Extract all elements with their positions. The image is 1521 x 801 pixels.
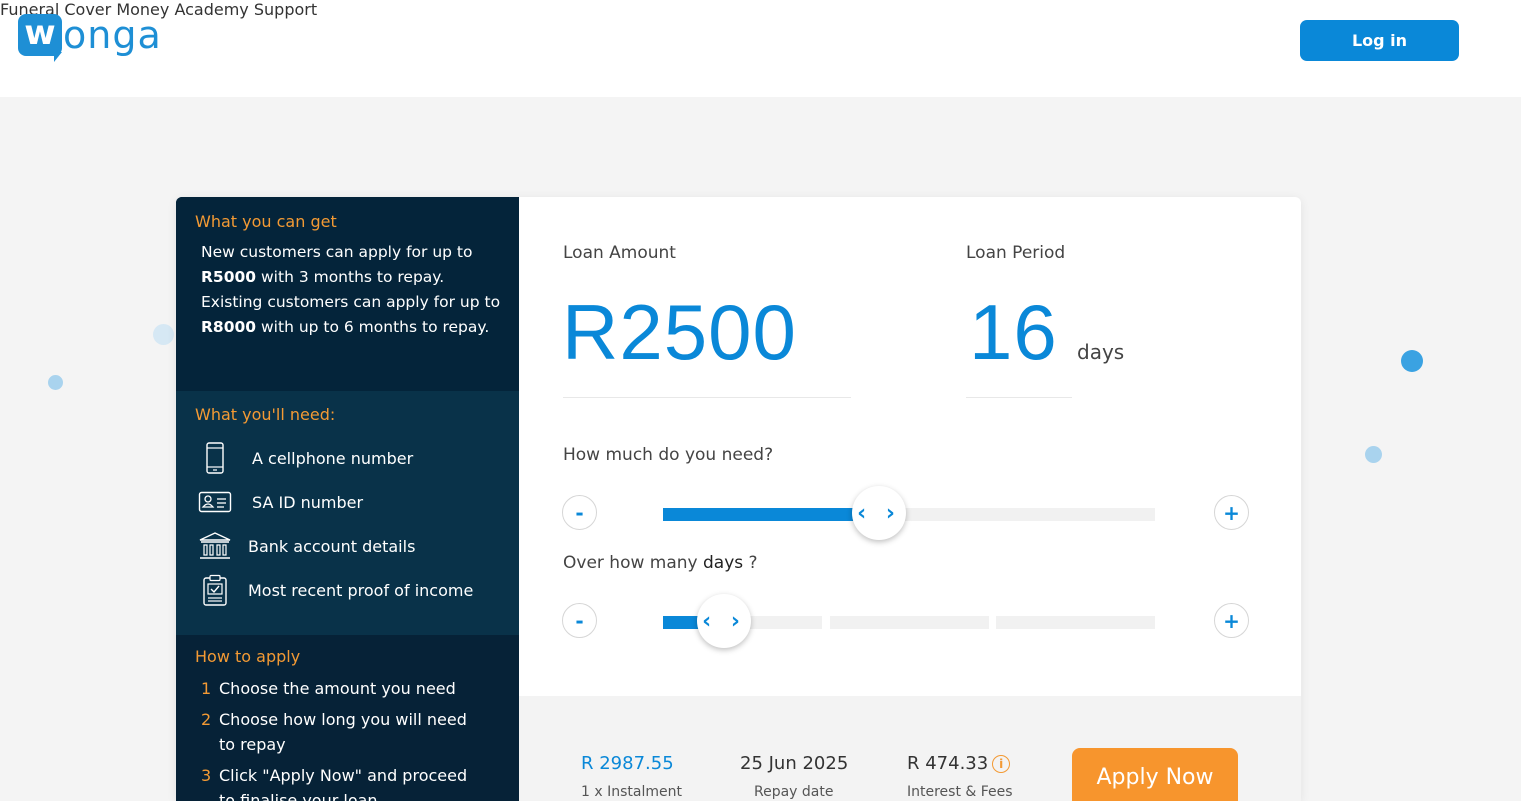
site-header: w onga Funeral Cover Money Academy Suppo… (0, 0, 1521, 97)
loan-amount-label: Loan Amount (563, 243, 676, 263)
loan-amount-value: R2500 (562, 288, 797, 376)
divider (563, 397, 851, 398)
step-item: 2 Choose how long you will need to repay (201, 707, 481, 757)
fees-value: R 474.33 i (907, 753, 1011, 774)
loan-card: What you can get New customers can apply… (176, 197, 1301, 801)
info-icon[interactable]: i (992, 755, 1011, 773)
divider (966, 397, 1072, 398)
repay-date-label: Repay date (754, 784, 834, 800)
what-you-need-section: What you'll need: A cellphone number SA … (176, 391, 519, 635)
step-item: 3 Click "Apply Now" and proceed to final… (201, 763, 481, 801)
fees-label: Interest & Fees (907, 784, 1013, 800)
nav-support[interactable]: Support (254, 0, 317, 19)
what-you-can-get-section: What you can get New customers can apply… (176, 197, 519, 391)
amount-slider-fill (663, 508, 879, 521)
days-question-text: Over how many (563, 553, 703, 573)
instalment-label: 1 x Instalment (581, 784, 682, 800)
login-button[interactable]: Log in (1300, 20, 1459, 61)
step-number: 2 (201, 710, 212, 729)
loan-period-label: Loan Period (966, 243, 1066, 263)
fees-amount: R 474.33 (907, 753, 989, 774)
decor-dot (153, 324, 174, 345)
clipboard-icon (198, 573, 232, 607)
decor-dot (1365, 446, 1382, 463)
step-text: Click "Apply Now" and proceed to finalis… (219, 766, 468, 801)
days-slider-handle[interactable]: ‹ › (697, 594, 751, 648)
days-question: Over how many days ? (563, 553, 758, 573)
amount-decrease-button[interactable]: - (562, 495, 597, 530)
logo-badge: w (18, 14, 62, 62)
need-label: A cellphone number (252, 448, 414, 468)
apply-now-button[interactable]: Apply Now (1072, 748, 1238, 801)
section-title: What you can get (195, 212, 337, 231)
need-item-proof-income: Most recent proof of income (198, 573, 473, 607)
step-number: 1 (201, 679, 212, 698)
cellphone-icon (198, 441, 232, 475)
step-item: 1 Choose the amount you need (201, 676, 501, 701)
id-card-icon (198, 485, 232, 519)
step-text: Choose the amount you need (219, 679, 456, 698)
offer-amount-new: R5000 (201, 268, 257, 286)
step-text: Choose how long you will need to repay (219, 710, 467, 754)
amount-increase-button[interactable]: + (1214, 495, 1249, 530)
decor-dot (1401, 350, 1423, 372)
need-label: Bank account details (248, 536, 416, 556)
info-sidebar: What you can get New customers can apply… (176, 197, 519, 801)
logo-wordmark: onga (63, 13, 162, 57)
need-item-bank: Bank account details (198, 529, 415, 563)
days-slider-track-segment[interactable] (996, 616, 1155, 629)
repay-date-value: 25 Jun 2025 (740, 753, 849, 774)
need-label: SA ID number (252, 492, 364, 512)
wonga-logo[interactable]: w onga (18, 13, 162, 62)
loan-period-value: 16 (969, 288, 1058, 376)
days-question-emphasis: days (703, 553, 744, 573)
amount-slider-handle[interactable]: ‹ › (852, 486, 906, 540)
section-title: How to apply (195, 647, 301, 666)
loan-period-unit: days (1077, 340, 1125, 364)
offer-amount-existing: R8000 (201, 318, 257, 336)
amount-question: How much do you need? (563, 445, 774, 465)
need-label: Most recent proof of income (248, 580, 474, 600)
bank-icon (198, 529, 232, 563)
step-number: 3 (201, 766, 212, 785)
offer-text: New customers can apply for up to (201, 243, 473, 261)
offer-description: New customers can apply for up to R5000 … (201, 240, 501, 340)
instalment-value: R 2987.55 (581, 753, 674, 774)
days-slider-track-segment[interactable] (830, 616, 989, 629)
days-question-text: ? (743, 553, 758, 573)
days-increase-button[interactable]: + (1214, 603, 1249, 638)
need-item-id: SA ID number (198, 485, 363, 519)
how-to-apply-section: How to apply 1 Choose the amount you nee… (176, 635, 519, 801)
days-decrease-button[interactable]: - (562, 603, 597, 638)
section-title: What you'll need: (195, 405, 336, 424)
need-item-cellphone: A cellphone number (198, 441, 413, 475)
decor-dot (48, 375, 63, 390)
offer-text: with up to 6 months to repay. (256, 318, 490, 336)
